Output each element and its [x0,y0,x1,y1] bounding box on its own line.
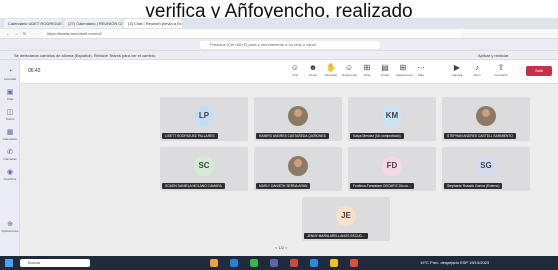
leave-button[interactable]: Salir [526,66,552,76]
activity-icon[interactable]: ◔ [4,68,16,75]
view-button[interactable]: ⊞ Vista [360,63,374,77]
refresh-icon[interactable]: ↻ [23,31,26,36]
url-field[interactable]: https://teams.microsoft.com/v2/ [42,30,462,38]
participant-name: JENNY MARIA ARELLANOS ESCUD... [304,233,368,239]
calendar-icon[interactable]: ▦ [4,128,16,136]
meeting-timer: 06:42 [28,68,41,74]
smile-icon: ☺ [344,63,354,72]
chat-icon[interactable]: ▣ [4,88,16,96]
avatar: SC [194,156,214,176]
people-icon: ☻ [308,63,318,72]
avatar: FD [382,156,402,176]
participant-tile[interactable]: JE JENNY MARIA ARELLANOS ESCUD... [302,197,390,241]
people-button[interactable]: ☻ Gente [306,63,320,77]
taskbar-app-icon[interactable] [330,259,338,267]
rail-label-calls: Llamadas [3,157,17,161]
taskbar-app-icon[interactable] [250,259,258,267]
teams-header: Presione [Ctrl+Alt+E] para ir directamen… [0,39,558,51]
mic-button[interactable]: ♪ Micro [470,63,484,77]
participant-name: RAMIRO ANDRES CASTAÑEDA QUIÑONES [256,133,329,139]
taskbar-app-icon[interactable] [350,259,358,267]
rail-label-activity: Actividad [3,77,17,81]
participant-tile[interactable]: MARLY DANIETH SERNA ARAN [254,147,342,191]
participant-name: STEPHAN ANDRES CASTELL SARMIENTO [444,133,516,139]
avatar: KM [382,106,402,126]
back-icon[interactable]: ← [6,31,10,36]
participant-tile[interactable]: RAMIRO ANDRES CASTAÑEDA QUIÑONES [254,97,342,141]
calls-icon[interactable]: ✆ [4,148,16,156]
language-banner: Se detectaron cambios de idioma (Español… [0,51,558,60]
mic-icon: ♪ [475,63,479,72]
notes-button[interactable]: ▤ Notas [378,63,392,77]
forward-icon[interactable]: → [14,31,18,36]
hand-icon: ✋ [326,63,336,72]
participant-tile[interactable]: LP LISETT RODRIGUEZ PALLARES [160,97,248,141]
participant-tile[interactable]: FD Fonfinca-Fonsistam OSCAR E Dio co... [348,147,436,191]
apply-restart-button[interactable]: Aplicar y reiniciar [478,51,508,60]
app-rail: ◔ Actividad ▣ Chat ◫ Teams ▦ Calendario … [0,60,20,256]
taskbar-app-icon[interactable] [310,259,318,267]
grid-icon: ⊞ [363,63,371,72]
participant-name: Fonfinca-Fonsistam OSCAR E Dio co... [350,183,414,189]
camera-icon: ▶ [453,63,461,72]
participant-tile[interactable]: SC SOADN DANIELA MOLANO CAMARA [160,147,248,191]
meeting-toolbar: 06:42 ☺ Chat ☻ Gente ✋ Participar ☺ Reaccion… [20,60,558,84]
chat-icon: ☺ [290,63,300,72]
taskbar-app-icon[interactable] [230,259,238,267]
notes-icon: ▤ [381,63,389,72]
rail-label-chat: Chat [6,97,14,101]
taskbar-app-icon[interactable] [210,259,218,267]
rail-label-teams: Teams [5,117,15,121]
apps-button[interactable]: ⊞ Aplicaciones [396,63,413,77]
avatar [288,106,308,126]
address-bar: ← → ↻ https://teams.microsoft.com/v2/ [0,29,558,39]
more-icon: ⋯ [417,63,425,72]
windows-start-icon[interactable] [5,259,13,267]
browser-tabbar: Calendario UDET RODRIGUEZ P (27) Calenda… [0,18,558,29]
avatar [476,106,496,126]
system-tray: 19°C Prec. despejado ESP 19/10/2023 [420,260,490,265]
share-icon: ⇧ [497,63,505,72]
participant-name: SOADN DANIELA MOLANO CAMARA [162,183,225,189]
banner-text: Se detectaron cambios de idioma (Español… [14,53,156,58]
avatar [288,156,308,176]
raise-hand-button[interactable]: ✋ Participar [324,63,338,77]
search-input[interactable]: Presione [Ctrl+Alt+E] para ir directamen… [200,41,380,49]
participant-name: LISETT RODRIGUEZ PALLARES [162,133,218,139]
taskbar-app-icon[interactable] [290,259,298,267]
participant-name: MARLY DANIETH SERNA ARAN [256,183,311,189]
browser-tab-2[interactable]: (27) Calendario | REUNIÓN CE [64,19,122,28]
react-button[interactable]: ☺ Reaccionar [342,63,357,77]
avatar: JE [336,206,356,226]
browser-tab-1[interactable]: Calendario UDET RODRIGUEZ P [4,19,62,28]
rail-label-calendar: Calendario [2,137,18,141]
participant-tile[interactable]: STEPHAN ANDRES CASTELL SARMIENTO [442,97,530,141]
apps-icon[interactable]: ⊕ [4,220,16,228]
avatar: SG [476,156,496,176]
camera-button[interactable]: ▶ Cámara [450,63,464,77]
share-button[interactable]: ⇧ Compartir [494,63,508,77]
more-button[interactable]: ⋯ Más [414,63,428,77]
avatar: LP [194,106,214,126]
browser-tab-3[interactable]: (3) Chat | Reunión previa a Exam [124,19,182,28]
apps-grid-icon: ⊞ [399,63,407,72]
participant-tile[interactable]: SG Stephanie Rosado García (Externo) [442,147,530,191]
chat-button[interactable]: ☺ Chat [288,63,302,77]
video-stage: LP LISETT RODRIGUEZ PALLARES RAMIRO ANDR… [20,84,558,256]
participant-name: Stephanie Rosado García (Externo) [444,183,503,189]
participant-tile[interactable]: KM Katya Mendez (No comprobado) [348,97,436,141]
participant-name: Katya Mendez (No comprobado) [350,133,404,139]
taskbar-app-icon[interactable] [270,259,278,267]
taskbar-search[interactable]: Buscar [20,259,90,267]
teams-icon[interactable]: ◫ [4,108,16,116]
rail-label-apps: Aplicaciones [1,229,19,233]
gallery-pager[interactable]: < 1/2 > [275,245,287,250]
rail-label-onedrive: OneDrive [3,177,17,181]
windows-taskbar: Buscar 19°C Prec. despejado ESP 19/10/20… [0,256,558,270]
onedrive-icon[interactable]: ◉ [4,168,16,176]
